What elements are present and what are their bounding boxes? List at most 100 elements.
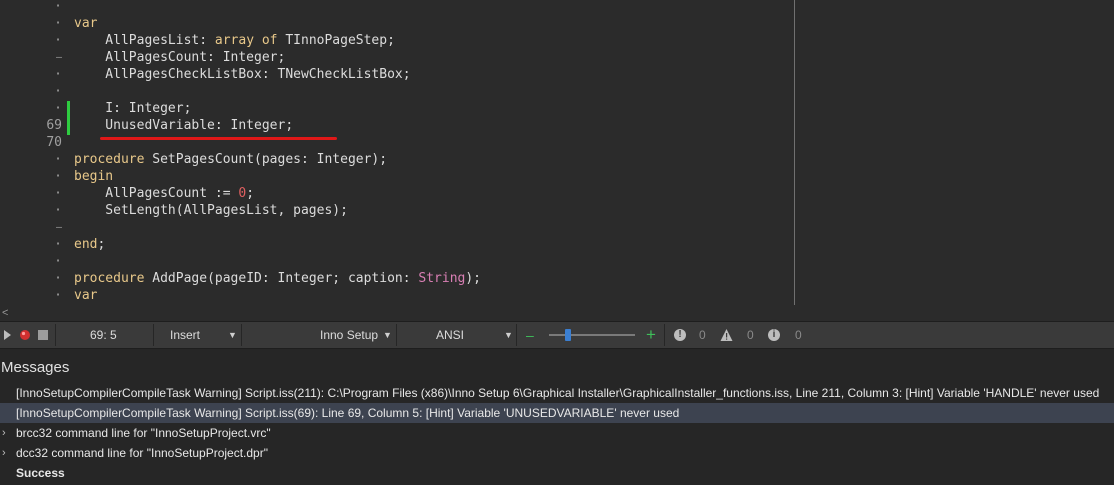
encoding-select[interactable]: ANSI [436,322,464,348]
code-token: ; [97,237,106,252]
code-line[interactable]: AllPagesCheckListBox: TNewCheckListBox; [74,66,410,83]
code-token: AllPagesCount: Integer; [74,50,286,65]
code-token: begin [74,169,114,184]
code-token: SetLength(AllPagesList, pages); [74,203,348,218]
separator [396,324,397,346]
language-select[interactable]: Inno Setup [320,322,378,348]
line-gutter: · · – · · · 69 70 · · · · – · · · · · [0,0,66,305]
chevron-down-icon[interactable]: ▼ [504,322,513,348]
chevron-down-icon[interactable]: ▼ [383,322,392,348]
code-line[interactable]: begin [74,168,113,185]
line-number: 69 [46,118,62,133]
code-token: AllPagesList: [74,33,215,48]
line-dot-icon: · [54,67,62,82]
chevron-down-icon[interactable]: ▼ [228,322,237,348]
insert-mode-label[interactable]: Insert [170,322,200,348]
line-dot-icon: · [54,203,62,218]
warning-icon[interactable] [720,328,733,342]
code-line[interactable]: UnusedVariable: Integer; [74,117,293,134]
message-row[interactable]: [InnoSetupCompilerCompileTask Warning] S… [0,383,1114,403]
gutter-line: · [0,15,64,32]
message-text: dcc32 command line for "InnoSetupProject… [16,446,268,460]
code-line[interactable]: I: Integer; [74,100,191,117]
code-line[interactable]: var [74,287,97,304]
gutter-line: 69 [0,117,64,134]
code-token: ); [465,271,482,286]
fold-dash-icon: – [55,52,62,63]
line-dot-icon: · [54,169,62,184]
gutter-line: · [0,287,64,304]
line-dot-icon: · [54,33,62,48]
gutter-line: · [0,236,64,253]
code-token: I: Integer; [74,101,192,116]
gutter-line: · [0,0,64,15]
gutter-line: · [0,270,64,287]
zoom-slider[interactable] [549,334,635,336]
message-row[interactable]: [InnoSetupCompilerCompileTask Warning] S… [0,403,1114,423]
code-line[interactable]: procedure SetPagesCount(pages: Integer); [74,151,387,168]
code-line[interactable]: procedure AddPage(pageID: Integer; capti… [74,270,481,287]
code-line[interactable]: AllPagesList: array of TInnoPageStep; [74,32,395,49]
message-text: [InnoSetupCompilerCompileTask Warning] S… [16,406,680,420]
messages-panel-title: Messages [0,349,1114,383]
line-dot-icon: · [54,101,62,116]
run-icon[interactable] [19,329,31,341]
play-icon[interactable] [4,330,12,340]
code-token: ; [246,186,255,201]
line-dot-icon: · [54,152,62,167]
right-margin-line [794,0,795,305]
line-dot-icon: · [54,254,62,269]
code-token: UnusedVariable: Integer; [74,118,294,133]
red-underline-annotation [100,137,337,140]
info-icon[interactable]: i [768,329,780,341]
horizontal-scrollbar[interactable]: < [0,305,1114,321]
cursor-position: 69: 5 [90,328,117,342]
separator [241,324,242,346]
gutter-line: · [0,151,64,168]
code-line[interactable]: SetLength(AllPagesList, pages); [74,202,348,219]
stop-icon[interactable] [38,330,48,340]
message-row[interactable]: › dcc32 command line for "InnoSetupProjec… [0,443,1114,463]
code-line[interactable]: AllPagesCount: Integer; [74,49,285,66]
zoom-in-button[interactable]: + [646,322,656,348]
status-bar: 69: 5 Insert ▼ Inno Setup ▼ ANSI ▼ – + !… [0,321,1114,349]
error-icon[interactable]: ! [674,329,686,341]
code-token: AddPage(pageID: Integer; caption: [144,271,419,286]
fold-dash-icon: – [55,222,62,233]
expand-chevron-icon[interactable]: › [2,423,6,443]
gutter-line: · [0,66,64,83]
separator [516,324,517,346]
message-text: brcc32 command line for "InnoSetupProjec… [16,426,271,440]
line-number: 70 [46,135,62,150]
code-token: var [74,16,98,31]
message-row[interactable]: › brcc32 command line for "InnoSetupProje… [0,423,1114,443]
line-dot-icon: · [54,237,62,252]
code-token: String [418,271,466,286]
message-row[interactable]: Success [0,463,1114,483]
code-editor[interactable]: · · – · · · 69 70 · · · · – · · · · · var AllPagesList: a… [0,0,1114,305]
expand-chevron-icon[interactable]: › [2,443,6,463]
messages-list[interactable]: [InnoSetupCompilerCompileTask Warning] S… [0,383,1114,485]
code-line[interactable]: var [74,15,97,32]
zoom-out-button[interactable]: – [526,322,534,348]
gutter-line: · [0,253,64,270]
gutter-line: · [0,32,64,49]
gutter-line: 70 [0,134,64,151]
code-line[interactable]: AllPagesCount := 0; [74,185,254,202]
modified-lines-marker [67,101,70,135]
line-dot-icon: · [54,271,62,286]
line-dot-icon: · [54,84,62,99]
code-token: AllPagesCount := [74,186,239,201]
gutter-line: · [0,168,64,185]
code-token: SetPagesCount(pages: Integer); [144,152,388,167]
messages-title: Messages [1,359,70,376]
line-dot-icon: · [54,16,62,31]
code-line[interactable]: end; [74,236,105,253]
zoom-slider-thumb[interactable] [565,329,571,341]
code-area[interactable]: var AllPagesList: array of TInnoPageStep… [74,0,794,305]
separator [664,324,665,346]
code-token: TInnoPageStep; [277,33,395,48]
gutter-line: – [0,219,64,236]
scroll-left-icon[interactable]: < [2,305,8,321]
gutter-line: · [0,185,64,202]
